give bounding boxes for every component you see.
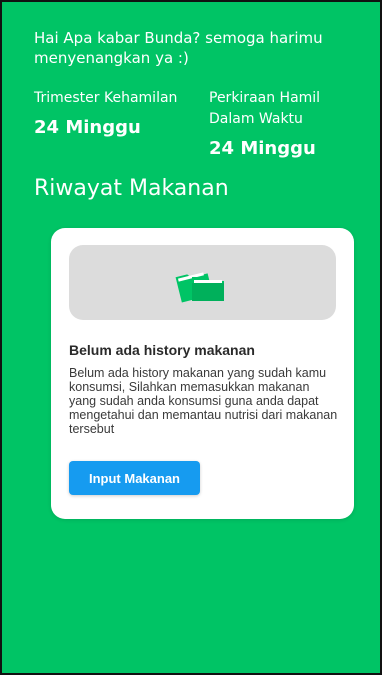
folders-icon [175,272,224,303]
trimester-value: 24 Minggu [34,117,141,138]
empty-state-title: Belum ada history makanan [69,342,255,358]
empty-state-image [69,245,336,320]
empty-state-description: Belum ada history makanan yang sudah kam… [69,366,338,436]
input-makanan-button[interactable]: Input Makanan [69,461,200,495]
due-label: Perkiraan Hamil Dalam Waktu [209,90,321,127]
app-screen: Hai Apa kabar Bunda? semoga harimu menye… [0,0,382,675]
empty-history-card: Belum ada history makanan Belum ada hist… [51,228,354,519]
greeting-text: Hai Apa kabar Bunda? semoga harimu menye… [34,29,323,67]
section-title: Riwayat Makanan [34,176,229,201]
trimester-label: Trimester Kehamilan [34,90,178,106]
due-value: 24 Minggu [209,138,316,159]
